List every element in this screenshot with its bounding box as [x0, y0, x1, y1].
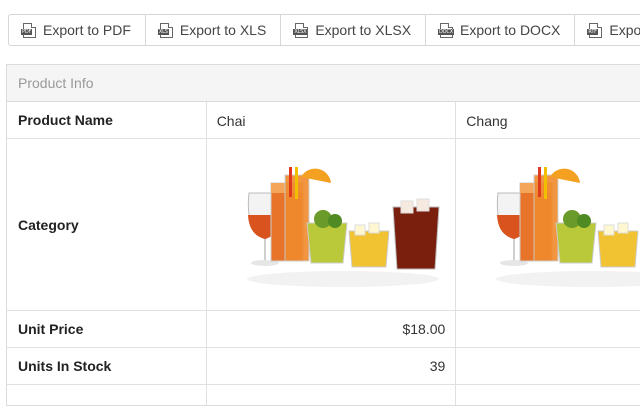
pdf-file-icon: PDF: [21, 22, 36, 38]
row-header: Product Name: [7, 102, 207, 138]
band-header[interactable]: Product Info: [7, 65, 640, 102]
row-category: Category: [7, 139, 640, 311]
unit-price-cell[interactable]: [456, 311, 640, 347]
row-units-in-stock: Units In Stock 39: [7, 348, 640, 385]
units-in-stock-cell[interactable]: 39: [207, 348, 457, 384]
export-pdf-label: Export to PDF: [43, 22, 131, 38]
export-xlsx-button[interactable]: XLSX Export to XLSX: [281, 14, 427, 46]
docx-file-icon: DOCX: [438, 22, 454, 38]
beverages-image: [456, 139, 640, 310]
row-header: Units In Stock: [7, 348, 207, 384]
export-toolbar: PDF Export to PDF XLS Export to XLS XLSX…: [8, 14, 640, 46]
category-cell[interactable]: [207, 139, 457, 310]
product-name-cell[interactable]: Chang: [456, 102, 640, 138]
xlsx-file-icon: XLSX: [293, 22, 309, 38]
row-header: [7, 385, 207, 405]
export-docx-button[interactable]: DOCX Export to DOCX: [426, 14, 576, 46]
rtf-file-icon: RTF: [587, 22, 603, 38]
row-header: Category: [7, 139, 207, 310]
data-cell[interactable]: [207, 385, 457, 405]
beverages-image: [207, 139, 456, 310]
category-cell[interactable]: [456, 139, 640, 310]
export-xlsx-label: Export to XLSX: [315, 22, 412, 38]
band-title: Product Info: [18, 75, 94, 91]
product-name-cell[interactable]: Chai: [207, 102, 457, 138]
export-pdf-button[interactable]: PDF Export to PDF: [8, 14, 146, 46]
row-partial: [7, 385, 640, 405]
export-xls-label: Export to XLS: [179, 22, 267, 38]
xls-file-icon: XLS: [157, 22, 173, 38]
export-docx-label: Export to DOCX: [460, 22, 561, 38]
row-unit-price: Unit Price $18.00: [7, 311, 640, 348]
export-rtf-label: Expo: [609, 22, 640, 38]
row-header: Unit Price: [7, 311, 207, 347]
export-rtf-button[interactable]: RTF Expo: [575, 14, 640, 46]
row-product-name: Product Name Chai Chang: [7, 102, 640, 139]
data-cell[interactable]: [456, 385, 640, 405]
export-xls-button[interactable]: XLS Export to XLS: [145, 14, 282, 46]
units-in-stock-cell[interactable]: [456, 348, 640, 384]
product-card-grid: Product Info Product Name Chai Chang Cat…: [6, 64, 640, 406]
unit-price-cell[interactable]: $18.00: [207, 311, 457, 347]
